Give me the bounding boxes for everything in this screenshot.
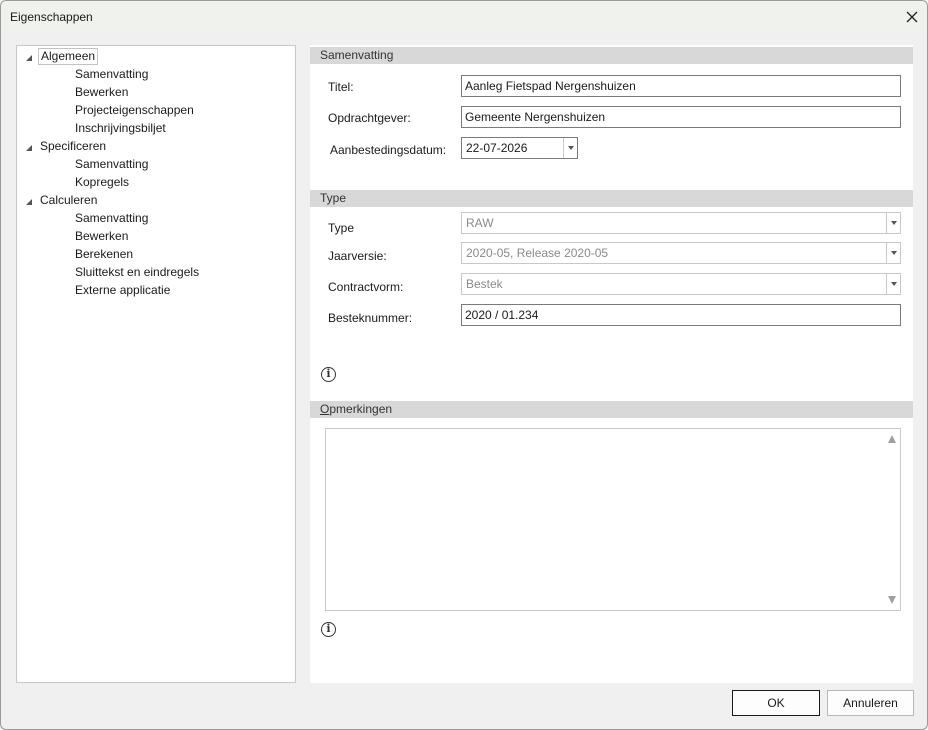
info-icon[interactable]: i [321, 622, 336, 637]
date-dropdown-button[interactable] [563, 138, 577, 158]
expanded-arrow-icon[interactable] [26, 199, 32, 205]
tender-date-label: Aanbestedingsdatum: [330, 143, 447, 157]
chevron-down-icon [891, 221, 897, 225]
tree-item-projecteigenschappen[interactable]: Projecteigenschappen [75, 102, 194, 119]
contract-dropdown-button[interactable] [886, 274, 900, 294]
section-header-samenvatting: Samenvatting [310, 47, 913, 64]
scroll-up-icon[interactable] [888, 435, 896, 443]
cancel-button[interactable]: Annuleren [827, 690, 914, 716]
tree-item-berekenen[interactable]: Berekenen [75, 246, 133, 263]
tree-item-samenvatting[interactable]: Samenvatting [75, 156, 148, 173]
tree-node-calculeren[interactable]: Calculeren [17, 192, 295, 209]
info-icon[interactable]: i [321, 367, 336, 382]
version-value: 2020-05, Release 2020-05 [466, 246, 609, 260]
tree-item-inschrijvingsbiljet[interactable]: Inschrijvingsbiljet [75, 120, 166, 137]
contract-value: Bestek [466, 277, 503, 291]
version-label: Jaarversie: [328, 249, 387, 263]
expanded-arrow-icon[interactable] [26, 55, 32, 61]
scroll-down-icon[interactable] [888, 596, 896, 604]
tree-item-bewerken[interactable]: Bewerken [75, 228, 128, 245]
remarks-scrollbar[interactable] [885, 429, 900, 610]
chevron-down-icon [891, 251, 897, 255]
version-select[interactable]: 2020-05, Release 2020-05 [461, 242, 901, 264]
spec-number-label: Besteknummer: [328, 311, 413, 325]
tree-item-sluittekst[interactable]: Sluittekst en eindregels [75, 264, 199, 281]
contract-label: Contractvorm: [328, 280, 404, 294]
tender-date-value: 22-07-2026 [466, 141, 528, 155]
remarks-textarea[interactable] [325, 428, 901, 611]
title-field[interactable]: Aanleg Fietspad Nergenshuizen [461, 75, 901, 97]
tree-node-specificeren[interactable]: Specificeren [17, 138, 295, 155]
tree-node-label[interactable]: Specificeren [38, 138, 108, 155]
category-tree[interactable]: Algemeen Samenvatting Bewerken Projectei… [16, 45, 296, 683]
chevron-down-icon [568, 146, 574, 150]
remarks-accesskey: O [320, 402, 330, 416]
version-dropdown-button[interactable] [886, 243, 900, 263]
properties-dialog: Eigenschappen Algemeen Samenvatting Bewe… [0, 0, 928, 730]
close-button[interactable] [897, 1, 927, 33]
remarks-header-text: pmerkingen [329, 402, 393, 416]
section-header-remarks: Opmerkingen [310, 401, 913, 418]
client-field[interactable]: Gemeente Nergenshuizen [461, 106, 901, 128]
window-title: Eigenschappen [10, 10, 93, 24]
tree-node-algemeen[interactable]: Algemeen [17, 48, 295, 65]
title-bar: Eigenschappen [1, 1, 927, 33]
expanded-arrow-icon[interactable] [26, 145, 32, 151]
chevron-down-icon [891, 282, 897, 286]
properties-panel: Samenvatting Titel: Aanleg Fietspad Nerg… [310, 45, 913, 683]
contract-select[interactable]: Bestek [461, 273, 901, 295]
tree-item-externe-applicatie[interactable]: Externe applicatie [75, 282, 170, 299]
type-value: RAW [466, 216, 494, 230]
type-label: Type [328, 221, 355, 235]
type-select[interactable]: RAW [461, 212, 901, 234]
section-header-type: Type [310, 190, 913, 207]
type-dropdown-button[interactable] [886, 213, 900, 233]
tree-node-label[interactable]: Algemeen [38, 48, 99, 65]
tree-item-samenvatting[interactable]: Samenvatting [75, 66, 148, 83]
tree-item-samenvatting[interactable]: Samenvatting [75, 210, 148, 227]
close-icon [906, 11, 918, 23]
tree-item-bewerken[interactable]: Bewerken [75, 84, 128, 101]
ok-button[interactable]: OK [732, 690, 820, 716]
tree-node-label[interactable]: Calculeren [38, 192, 99, 209]
client-label: Opdrachtgever: [328, 111, 411, 125]
tender-date-picker[interactable]: 22-07-2026 [461, 137, 578, 159]
title-label: Titel: [328, 80, 354, 94]
spec-number-field[interactable]: 2020 / 01.234 [461, 304, 901, 326]
tree-item-kopregels[interactable]: Kopregels [75, 174, 129, 191]
